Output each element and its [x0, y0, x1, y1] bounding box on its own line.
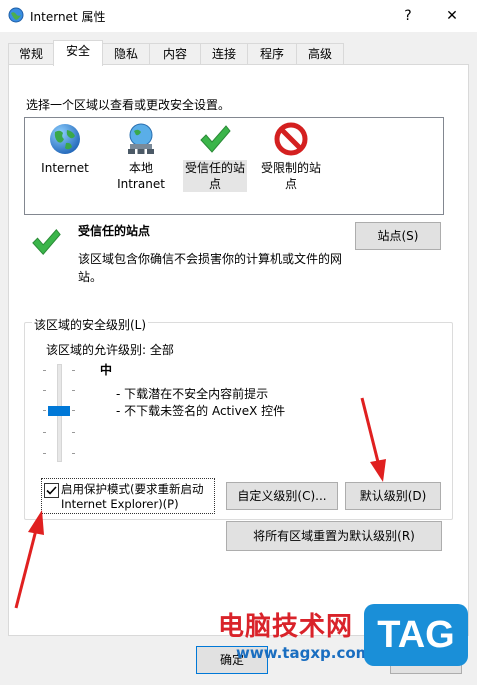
arrow-line	[14, 529, 38, 609]
arrow-head-icon	[370, 459, 386, 482]
arrow-head-icon	[28, 510, 44, 535]
watermark-site-name: 电脑技术网	[218, 612, 354, 642]
watermark-url: www.tagxp.com	[236, 644, 372, 662]
tab-security[interactable]: 安全	[53, 40, 103, 66]
watermark-tag-logo: TAG	[364, 604, 468, 666]
arrow-line	[360, 397, 380, 463]
annotation-arrows	[14, 397, 386, 609]
